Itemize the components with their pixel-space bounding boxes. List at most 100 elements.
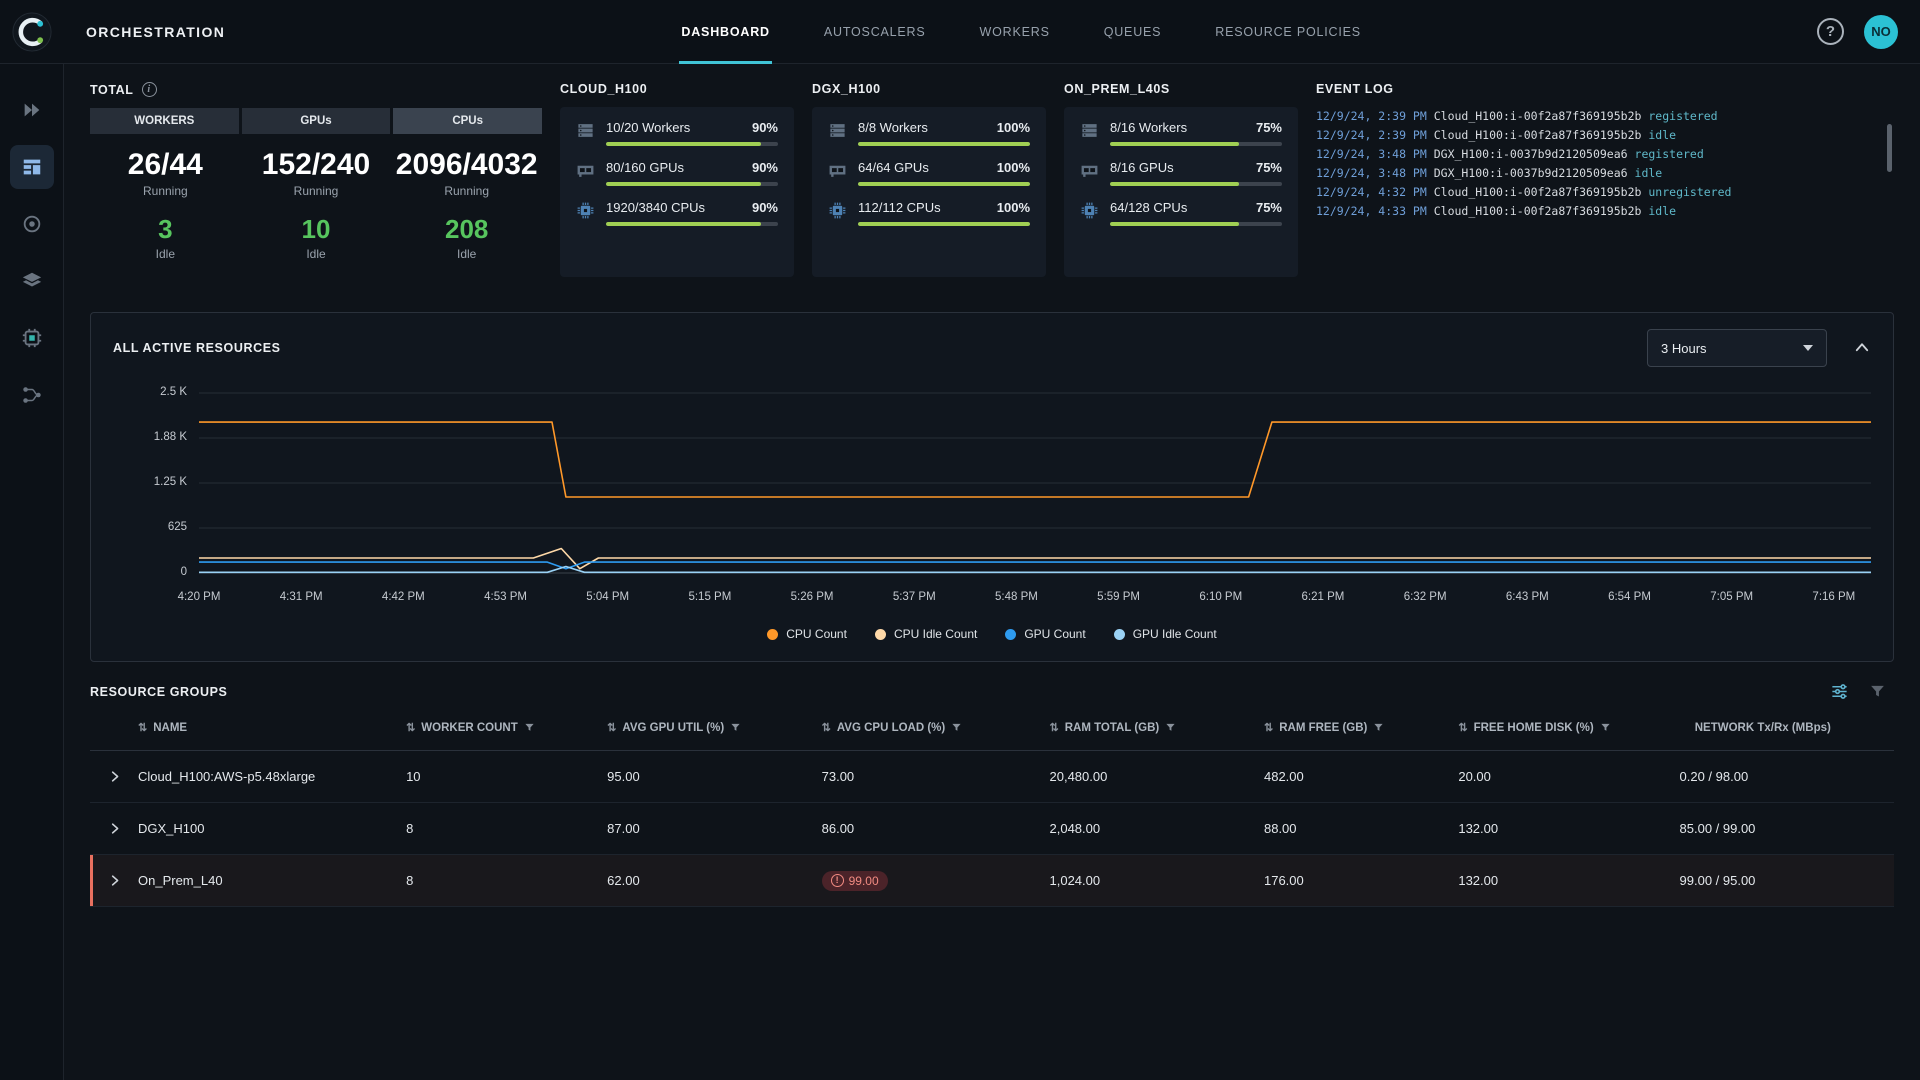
table-filter-button[interactable] [1869, 683, 1886, 700]
column-header-label: RAM FREE (GB) [1279, 722, 1367, 734]
column-header[interactable]: ⇅ FREE HOME DISK (%) [1458, 721, 1679, 734]
sort-icon[interactable]: ⇅ [406, 721, 415, 734]
page-title: ORCHESTRATION [86, 24, 225, 40]
column-header[interactable]: ⇅ AVG GPU UTIL (%) [607, 721, 821, 734]
x-tick-label: 5:26 PM [791, 591, 834, 603]
main-content: TOTAL i WORKERS GPUs CPUs 26/44 Running [64, 64, 1920, 1080]
column-header[interactable]: ⇅ NAME [138, 721, 406, 734]
avatar-initials: NO [1871, 24, 1891, 39]
cluster-card: 8/16 Workers 75% [1064, 107, 1298, 277]
time-range-select[interactable]: 3 Hours [1647, 329, 1827, 367]
column-header[interactable]: ⇅ AVG CPU LOAD (%) [822, 721, 1050, 734]
cpu-chip-icon [828, 201, 848, 220]
idle-label: Idle [241, 247, 392, 261]
total-values: 26/44 Running 3 Idle 152/240 Running 10 … [90, 148, 542, 261]
legend-dot [1114, 629, 1125, 640]
metric-label: 8/8 Workers [858, 120, 928, 135]
column-filter-icon[interactable] [524, 722, 535, 733]
applications-icon [21, 99, 43, 121]
legend-item[interactable]: CPU Count [767, 627, 847, 641]
sort-icon[interactable]: ⇅ [822, 721, 831, 734]
help-icon[interactable]: ? [1817, 18, 1844, 45]
column-header[interactable]: ⇅ NETWORK Tx/Rx (MBps) [1680, 721, 1894, 734]
column-filter-icon[interactable] [730, 722, 741, 733]
chart-controls: 3 Hours [1647, 329, 1871, 367]
sidebar-item-gpu[interactable] [10, 316, 54, 360]
app-logo[interactable] [0, 12, 64, 52]
event-log-entry[interactable]: 12/9/24, 3:48 PM DGX_H100:i-0037b9d21205… [1316, 145, 1894, 164]
info-icon[interactable]: i [142, 82, 157, 97]
sidebar-item-queues[interactable] [10, 259, 54, 303]
total-header-cell[interactable]: CPUs [393, 108, 542, 134]
event-log-entry[interactable]: 12/9/24, 2:39 PM Cloud_H100:i-00f2a87f36… [1316, 107, 1894, 126]
sort-icon[interactable]: ⇅ [607, 721, 616, 734]
collapse-panel-button[interactable] [1853, 339, 1871, 357]
cpu-load-alert-value: 99.00 [849, 874, 879, 888]
legend-label: CPU Count [786, 627, 847, 641]
legend-item[interactable]: CPU Idle Count [875, 627, 977, 641]
cluster-panel: ON_PREM_L40S 8/16 Worke [1064, 82, 1298, 294]
nav-tab[interactable]: DASHBOARD [679, 0, 771, 64]
top-bar: ORCHESTRATION DASHBOARD AUTOSCALERS WORK… [0, 0, 1920, 64]
pipelines-icon [21, 384, 43, 406]
event-log-entry[interactable]: 12/9/24, 4:32 PM Cloud_H100:i-00f2a87f36… [1316, 183, 1894, 202]
event-log-scrollbar[interactable] [1887, 124, 1892, 172]
table-actions [1830, 682, 1886, 701]
sort-icon[interactable]: ⇅ [1458, 721, 1467, 734]
x-tick-label: 7:16 PM [1812, 591, 1855, 603]
cell-cpu-load: 73.00 ! 73.00 [822, 769, 1050, 784]
sidebar [0, 64, 64, 1080]
sort-icon[interactable]: ⇅ [1050, 721, 1059, 734]
sidebar-item-orchestration[interactable] [10, 145, 54, 189]
nav-tab[interactable]: QUEUES [1102, 0, 1164, 64]
column-filter-icon[interactable] [1165, 722, 1176, 733]
log-status: registered [1648, 109, 1717, 123]
avatar[interactable]: NO [1864, 15, 1898, 49]
workers-metric: 8/16 Workers 75% [1080, 120, 1282, 146]
legend-label: GPU Idle Count [1133, 627, 1217, 641]
log-status: idle [1648, 128, 1676, 142]
event-log-entry[interactable]: 12/9/24, 2:39 PM Cloud_H100:i-00f2a87f36… [1316, 126, 1894, 145]
metric-label: 80/160 GPUs [606, 160, 684, 175]
nav-tab-label: WORKERS [980, 25, 1050, 39]
table-row[interactable]: On_Prem_L40 8 62.00 99.00 ! 99.00 1,024.… [90, 855, 1894, 907]
row-expander[interactable] [90, 821, 138, 836]
column-header[interactable]: ⇅ WORKER COUNT [406, 721, 607, 734]
total-header-cell[interactable]: WORKERS [90, 108, 239, 134]
chart-x-axis: 4:20 PM4:31 PM4:42 PM4:53 PM5:04 PM5:15 … [199, 591, 1871, 611]
log-instance-id: DGX_H100:i-0037b9d2120509ea6 [1434, 166, 1628, 180]
sort-icon[interactable]: ⇅ [1264, 721, 1273, 734]
cell-ram-free: 176.00 [1264, 873, 1458, 888]
y-tick-label: 1.25 K [154, 476, 187, 488]
legend-dot [875, 629, 886, 640]
total-header-cell[interactable]: GPUs [242, 108, 391, 134]
metric-body: 8/16 GPUs 75% [1110, 160, 1282, 186]
row-expander[interactable] [90, 769, 138, 784]
progress-bar-fill [858, 142, 1030, 146]
nav-tab[interactable]: AUTOSCALERS [822, 0, 928, 64]
total-title-row: TOTAL i [90, 82, 542, 97]
chart-header: ALL ACTIVE RESOURCES 3 Hours [113, 329, 1871, 367]
legend-item[interactable]: GPU Count [1005, 627, 1085, 641]
sidebar-item-pipelines[interactable] [10, 373, 54, 417]
legend-item[interactable]: GPU Idle Count [1114, 627, 1217, 641]
cluster-card: 10/20 Workers 90% [560, 107, 794, 277]
column-settings-button[interactable] [1830, 682, 1849, 701]
column-header[interactable]: ⇅ RAM FREE (GB) [1264, 721, 1458, 734]
event-log-entry[interactable]: 12/9/24, 4:33 PM Cloud_H100:i-00f2a87f36… [1316, 202, 1894, 221]
progress-bar-fill [1110, 182, 1239, 186]
log-instance-id: Cloud_H100:i-00f2a87f369195b2b [1434, 128, 1642, 142]
nav-tab[interactable]: WORKERS [978, 0, 1052, 64]
column-filter-icon[interactable] [1600, 722, 1611, 733]
sort-icon[interactable]: ⇅ [138, 721, 147, 734]
column-filter-icon[interactable] [1373, 722, 1384, 733]
row-expander[interactable] [90, 873, 138, 888]
nav-tab[interactable]: RESOURCE POLICIES [1213, 0, 1363, 64]
sidebar-item-applications[interactable] [10, 88, 54, 132]
column-filter-icon[interactable] [951, 722, 962, 733]
event-log-entry[interactable]: 12/9/24, 3:48 PM DGX_H100:i-0037b9d21205… [1316, 164, 1894, 183]
table-row[interactable]: DGX_H100 8 87.00 86.00 ! 86.00 2,048.00 … [90, 803, 1894, 855]
sidebar-item-workers[interactable] [10, 202, 54, 246]
column-header[interactable]: ⇅ RAM TOTAL (GB) [1050, 721, 1264, 734]
table-row[interactable]: Cloud_H100:AWS-p5.48xlarge 10 95.00 73.0… [90, 751, 1894, 803]
